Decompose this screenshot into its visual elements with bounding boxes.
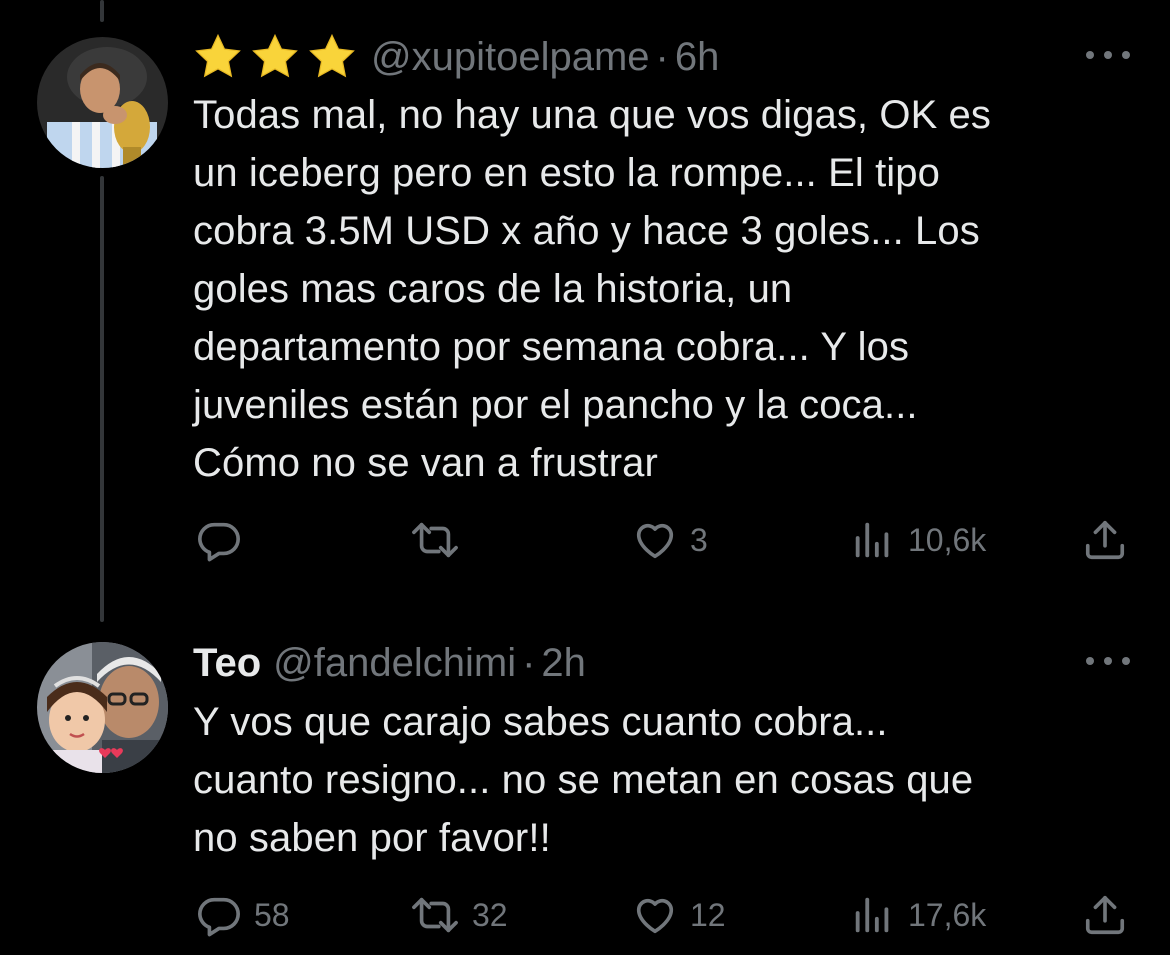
star-icon [250, 32, 300, 82]
reply-icon [196, 517, 242, 563]
user-handle[interactable]: @xupitoelpame [371, 33, 650, 81]
tweet-text-line: cuanto resigno... no se metan en cosas q… [193, 758, 974, 802]
tweet-timestamp[interactable]: 2h [541, 639, 586, 687]
retweet-icon [410, 892, 460, 938]
tweet-text-line: goles mas caros de la historia, un [193, 267, 793, 311]
tweet-text-line: cobra 3.5M USD x año y hace 3 goles... L… [193, 209, 980, 253]
share-icon [1082, 892, 1128, 938]
more-icon[interactable] [1086, 653, 1130, 669]
share-button[interactable] [1082, 890, 1128, 940]
view-count: 17,6k [908, 896, 987, 933]
tweet[interactable]: Teo @fandelchimi · 2h Y vos que carajo s… [0, 625, 1170, 955]
tweet-text-line: juveniles están por el pancho y la coca.… [193, 383, 918, 427]
views-icon [850, 892, 896, 938]
header-separator: · [655, 35, 669, 79]
tweet-actions: 58 32 12 17,6k [0, 890, 1170, 940]
reply-button[interactable]: 58 [196, 890, 290, 940]
tweet-text: Y vos que carajo sabes cuanto cobra... c… [193, 693, 1138, 867]
views-icon [850, 517, 896, 563]
reply-button[interactable] [196, 515, 254, 565]
tweet-text-line: no saben por favor!! [193, 816, 551, 860]
tweet[interactable]: @xupitoelpame · 6h Todas mal, no hay una… [0, 0, 1170, 625]
view-count: 10,6k [908, 521, 987, 558]
tweet-text-line: Todas mal, no hay una que vos digas, OK … [193, 93, 992, 137]
more-icon[interactable] [1086, 47, 1130, 63]
views-button[interactable]: 10,6k [850, 515, 986, 565]
tweet-text-line: Cómo no se van a frustrar [193, 441, 658, 485]
heart-icon [632, 517, 678, 563]
user-handle[interactable]: @fandelchimi [273, 639, 516, 687]
star-icon [193, 32, 243, 82]
like-button[interactable]: 3 [632, 515, 708, 565]
display-name[interactable]: Teo [193, 639, 261, 687]
avatar[interactable] [37, 37, 168, 168]
heart-icon [632, 892, 678, 938]
avatar[interactable] [37, 642, 168, 773]
tweet-text-line: departamento por semana cobra... Y los [193, 325, 910, 369]
views-button[interactable]: 17,6k [850, 890, 986, 940]
reply-icon [196, 892, 242, 938]
tweet-actions: 3 10,6k [0, 515, 1170, 565]
tweet-header: @xupitoelpame · 6h [193, 32, 719, 82]
display-name-stars[interactable] [193, 32, 357, 82]
retweet-button[interactable] [410, 515, 472, 565]
retweet-count: 32 [472, 896, 508, 933]
tweet-text-line: un iceberg pero en esto la rompe... El t… [193, 151, 940, 195]
share-button[interactable] [1082, 515, 1128, 565]
retweet-button[interactable]: 32 [410, 890, 508, 940]
header-separator: · [522, 641, 536, 685]
tweet-text: Todas mal, no hay una que vos digas, OK … [193, 86, 1138, 492]
star-icon [307, 32, 357, 82]
like-count: 12 [690, 896, 726, 933]
retweet-icon [410, 517, 460, 563]
tweet-text-line: Y vos que carajo sabes cuanto cobra... [193, 700, 888, 744]
share-icon [1082, 517, 1128, 563]
tweet-timestamp[interactable]: 6h [675, 33, 720, 81]
tweet-header: Teo @fandelchimi · 2h [193, 639, 586, 687]
like-count: 3 [690, 521, 708, 558]
like-button[interactable]: 12 [632, 890, 726, 940]
reply-count: 58 [254, 896, 290, 933]
